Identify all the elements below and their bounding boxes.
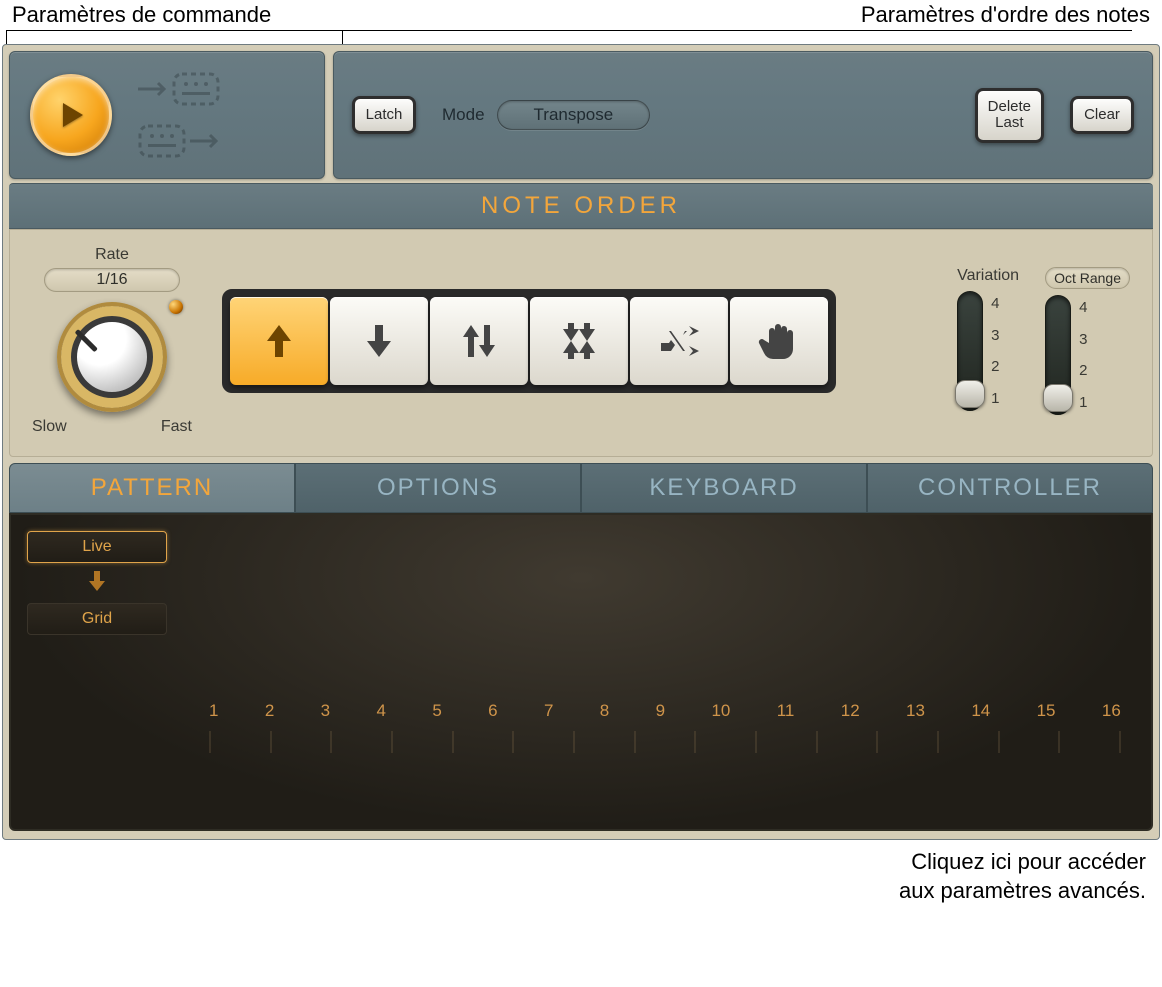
arrow-converge-icon [555, 317, 603, 365]
tab-controller[interactable]: CONTROLLER [867, 463, 1153, 513]
arrow-up-icon [255, 317, 303, 365]
direction-buttons [222, 289, 836, 393]
step-grid[interactable] [209, 731, 1121, 759]
annotation-advanced-2: aux paramètres avancés. [2, 877, 1146, 906]
oct-range-select[interactable]: Oct Range [1045, 267, 1130, 289]
pattern-area: Live Grid 12 34 56 78 910 1112 1314 1516 [9, 513, 1153, 831]
clear-button[interactable]: Clear [1070, 96, 1134, 135]
direction-down-button[interactable] [330, 297, 428, 385]
tab-pattern[interactable]: PATTERN [9, 463, 295, 513]
shuffle-icon [655, 317, 703, 365]
rate-label: Rate [32, 246, 192, 264]
rate-knob[interactable] [57, 302, 167, 412]
advanced-tabs: PATTERN OPTIONS KEYBOARD CONTROLLER [9, 463, 1153, 513]
direction-manual-button[interactable] [730, 297, 828, 385]
play-icon [55, 99, 87, 131]
variation-slider[interactable] [957, 291, 983, 411]
capture-into-icon [136, 70, 222, 108]
delete-last-button[interactable]: Delete Last [975, 88, 1044, 143]
mode-label: Mode [442, 105, 485, 125]
mode-select[interactable]: Transpose [497, 100, 651, 130]
arpeggiator-plugin: Latch Mode Transpose Delete Last Clear N… [2, 44, 1160, 840]
variation-ticks: 4 3 2 1 [991, 291, 999, 411]
step-numbers: 12 34 56 78 910 1112 1314 1516 [209, 701, 1121, 721]
fast-label: Fast [161, 418, 192, 436]
slow-label: Slow [32, 418, 67, 436]
rate-select[interactable]: 1/16 [44, 268, 180, 292]
oct-range-ticks: 4 3 2 1 [1079, 295, 1087, 415]
direction-outside-in-button[interactable] [530, 297, 628, 385]
annotation-note-order-params: Paramètres d'ordre des notes [861, 2, 1150, 28]
direction-random-button[interactable] [630, 297, 728, 385]
variation-label: Variation [957, 267, 1019, 285]
mode-panel: Latch Mode Transpose Delete Last Clear [333, 51, 1153, 179]
hand-icon [755, 317, 803, 365]
play-button[interactable] [30, 74, 112, 156]
direction-up-button[interactable] [230, 297, 328, 385]
tab-options[interactable]: OPTIONS [295, 463, 581, 513]
arrow-down-icon [27, 563, 167, 603]
annotation-advanced-1: Cliquez ici pour accéder [2, 848, 1146, 877]
note-order-title: NOTE ORDER [481, 192, 681, 219]
note-order-body: Rate 1/16 Slow Fast [9, 229, 1153, 457]
arrow-updown-icon [455, 317, 503, 365]
note-order-title-bar: NOTE ORDER [9, 183, 1153, 229]
control-panel [9, 51, 325, 179]
capture-from-icon [136, 122, 222, 160]
direction-updown-button[interactable] [430, 297, 528, 385]
pattern-live-button[interactable]: Live [27, 531, 167, 563]
pattern-grid-button[interactable]: Grid [27, 603, 167, 635]
sync-led-icon [169, 300, 183, 314]
capture-mode-icons[interactable] [136, 70, 222, 160]
tab-keyboard[interactable]: KEYBOARD [581, 463, 867, 513]
annotation-control-params: Paramètres de commande [12, 2, 271, 28]
arrow-down-icon [355, 317, 403, 365]
latch-button[interactable]: Latch [352, 96, 416, 135]
oct-range-slider[interactable] [1045, 295, 1071, 415]
